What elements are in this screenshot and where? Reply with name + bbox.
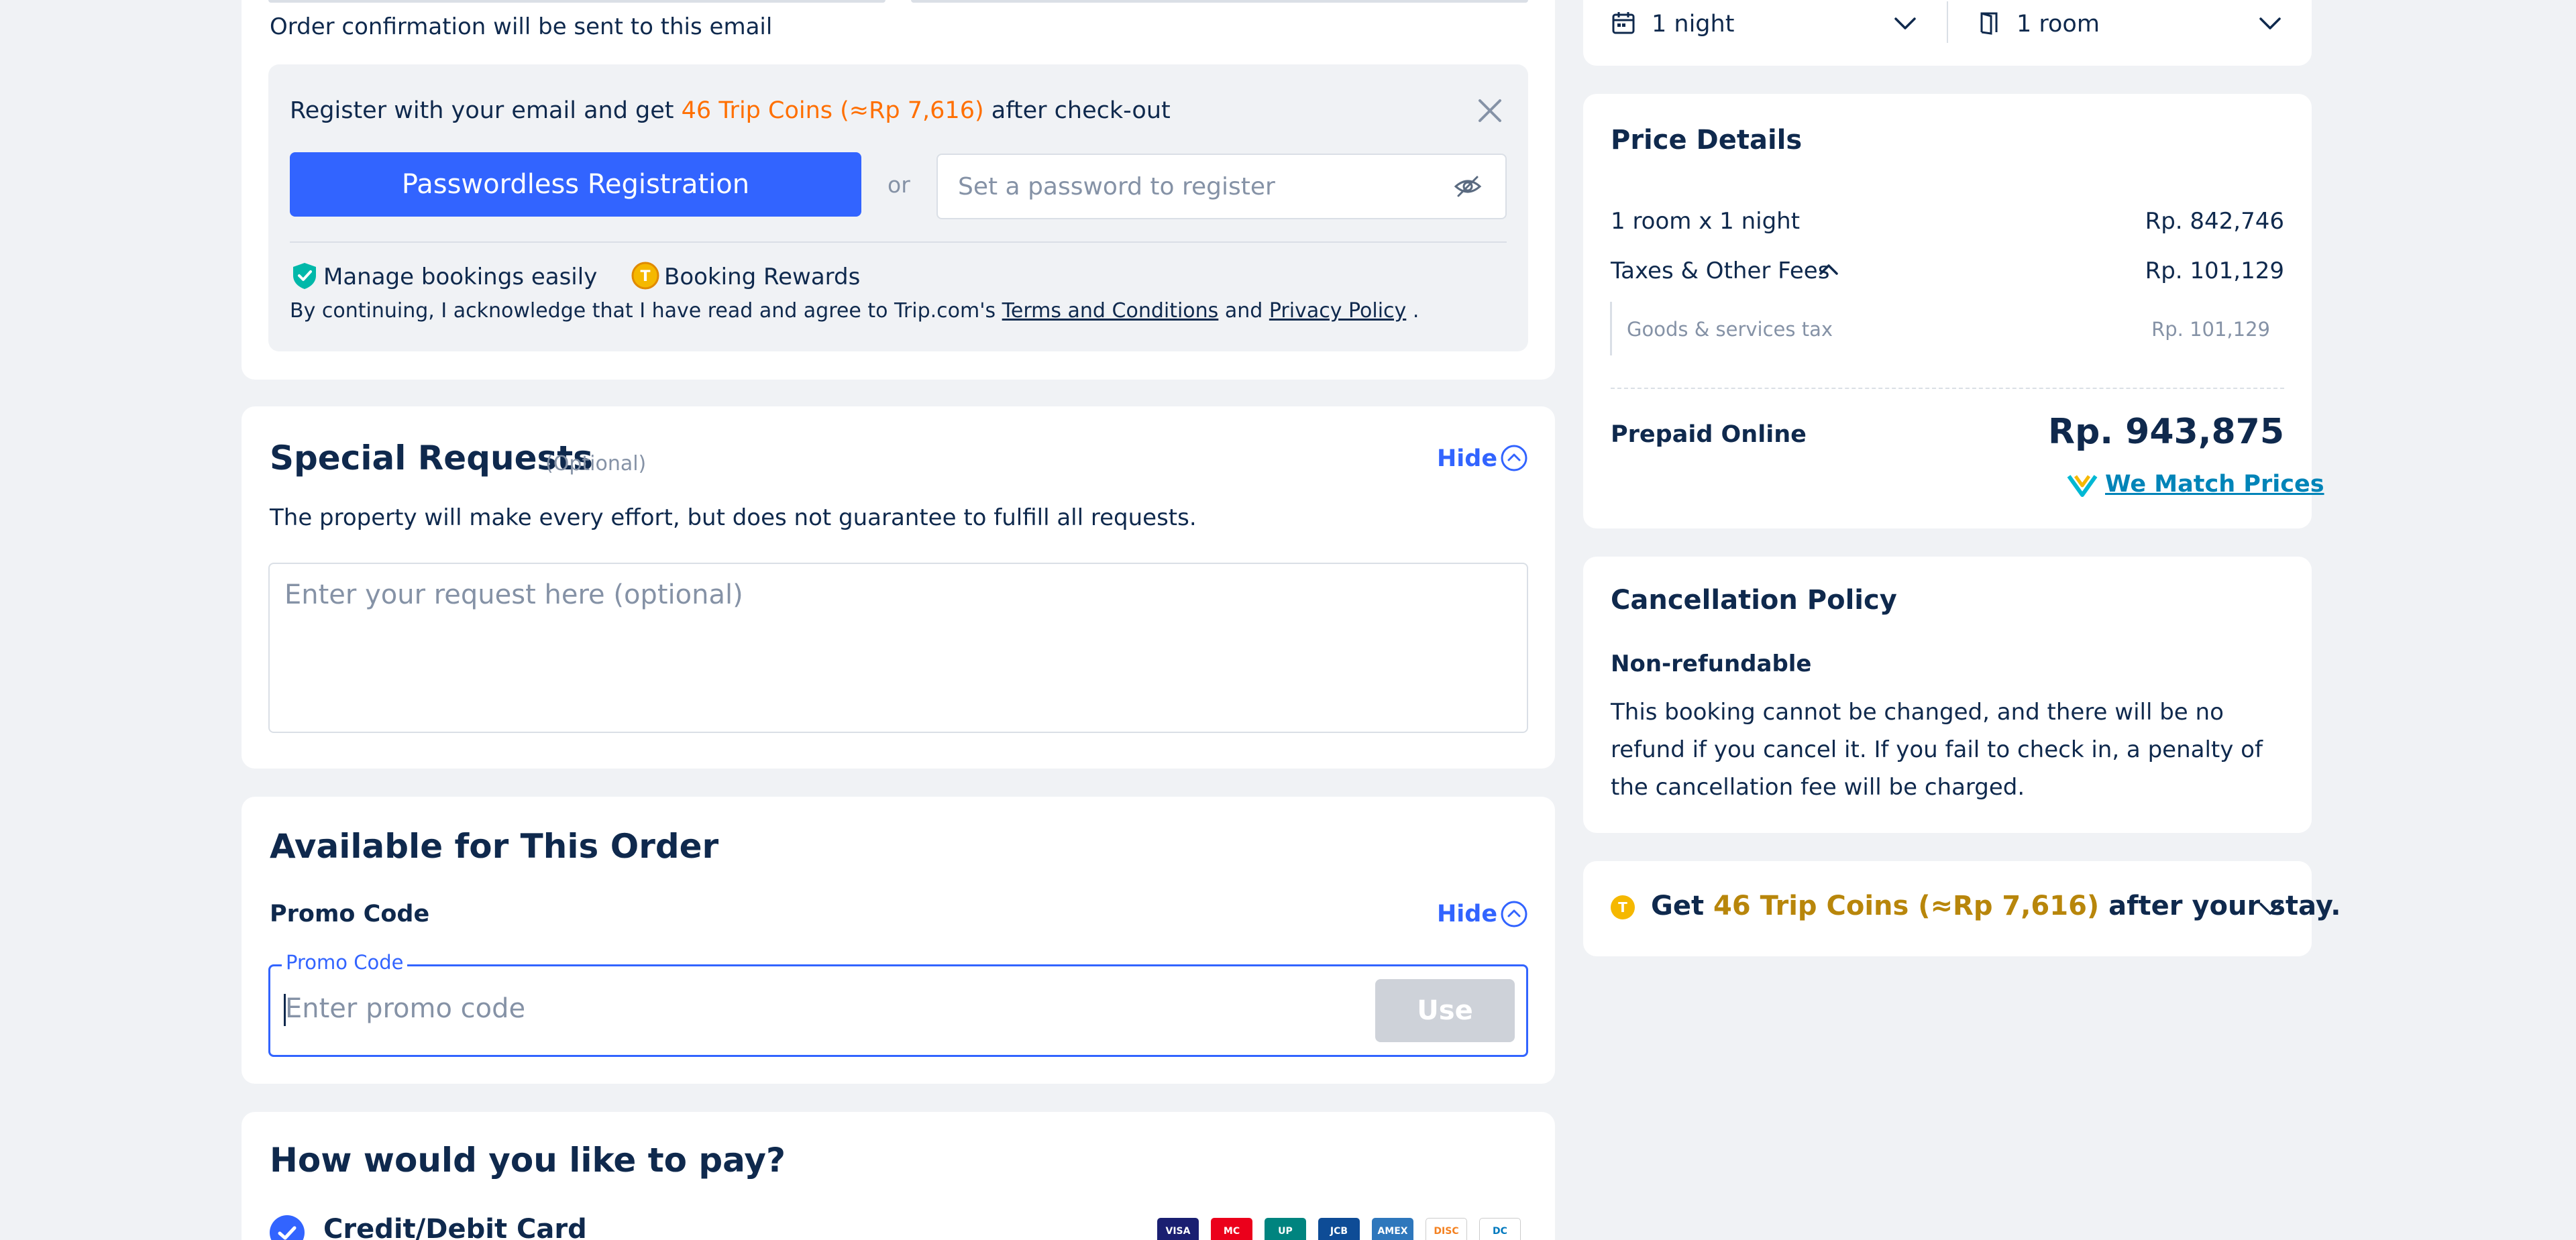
trip-coins-text: Get 46 Trip Coins (≈Rp 7,616) after your… xyxy=(1651,891,2341,921)
cancellation-type: Non-refundable xyxy=(1611,651,1812,677)
text-cursor xyxy=(284,994,286,1026)
price-details-title: Price Details xyxy=(1611,125,1803,156)
cancellation-title: Cancellation Policy xyxy=(1611,585,1897,616)
calendar-icon xyxy=(1610,9,1637,36)
taxes-fees-value: Rp. 101,129 xyxy=(2145,258,2284,284)
available-order-title: Available for This Order xyxy=(270,827,719,866)
first-name-field-edge[interactable] xyxy=(268,0,885,3)
credit-card-option[interactable]: Credit/Debit Card xyxy=(323,1214,587,1240)
shield-check-icon xyxy=(290,261,319,290)
trip-coin-icon: T xyxy=(1611,895,1635,919)
hide-promo-button[interactable]: Hide xyxy=(1437,901,1497,927)
promo-code-placeholder: Enter promo code xyxy=(285,993,526,1024)
amex-logo: AMEX xyxy=(1372,1218,1413,1240)
perk-manage-bookings: Manage bookings easily xyxy=(323,264,598,290)
discover-logo: DISC xyxy=(1426,1218,1467,1240)
nights-selector[interactable]: 1 night xyxy=(1652,11,1734,38)
price-divider xyxy=(1611,388,2284,389)
room-line-value: Rp. 842,746 xyxy=(2145,208,2284,235)
gst-indent-bar xyxy=(1610,302,1612,355)
hide-special-requests-button[interactable]: Hide xyxy=(1437,445,1497,472)
email-field-edge[interactable] xyxy=(911,0,1528,3)
promo-code-label: Promo Code xyxy=(270,901,430,927)
promo-code-floating-label: Promo Code xyxy=(282,951,408,974)
svg-text:T: T xyxy=(640,268,650,285)
mastercard-logo: MC xyxy=(1211,1218,1252,1240)
room-line-label: 1 room x 1 night xyxy=(1611,208,1801,235)
registration-divider xyxy=(290,241,1507,243)
gst-value: Rp. 101,129 xyxy=(2151,318,2270,341)
jcb-logo: JCB xyxy=(1318,1218,1360,1240)
privacy-link[interactable]: Privacy Policy xyxy=(1269,299,1406,323)
checkmark-circle-icon[interactable] xyxy=(270,1215,305,1240)
prepaid-total: Rp. 943,875 xyxy=(2048,412,2284,452)
door-icon xyxy=(1976,9,2003,36)
terms-link[interactable]: Terms and Conditions xyxy=(1002,299,1219,323)
chevron-up-circle-icon[interactable] xyxy=(1500,444,1528,472)
special-requests-title: Special Requests xyxy=(270,439,593,477)
unionpay-logo: UP xyxy=(1265,1218,1306,1240)
passwordless-registration-button[interactable]: Passwordless Registration xyxy=(290,152,861,217)
email-confirmation-note: Order confirmation will be sent to this … xyxy=(270,13,773,40)
price-details-card xyxy=(1583,94,2312,528)
optional-label: (Optional) xyxy=(545,452,647,475)
consent-text: By continuing, I acknowledge that I have… xyxy=(290,299,1419,323)
visa-logo: VISA xyxy=(1157,1218,1199,1240)
chevron-up-circle-icon[interactable] xyxy=(1500,900,1528,928)
chevron-down-icon[interactable] xyxy=(1892,13,1919,32)
taxes-fees-toggle[interactable]: Taxes & Other Fees xyxy=(1611,258,1829,284)
payment-title: How would you like to pay? xyxy=(270,1141,786,1180)
password-placeholder: Set a password to register xyxy=(958,173,1275,201)
trip-coin-icon: T xyxy=(629,261,660,290)
chevron-down-icon[interactable] xyxy=(2257,13,2284,32)
special-request-placeholder: Enter your request here (optional) xyxy=(284,579,743,610)
gst-label: Goods & services tax xyxy=(1627,318,1833,341)
rooms-selector[interactable]: 1 room xyxy=(2017,11,2100,38)
chevron-up-icon[interactable] xyxy=(1817,259,1841,280)
prepaid-online-label: Prepaid Online xyxy=(1611,421,1807,448)
price-match-icon xyxy=(2066,471,2098,498)
diners-logo: DC xyxy=(1479,1218,1521,1240)
registration-coins: 46 Trip Coins (≈Rp 7,616) xyxy=(681,97,984,124)
special-requests-note: The property will make every effort, but… xyxy=(270,504,1197,531)
use-promo-button[interactable]: Use xyxy=(1375,979,1515,1042)
selector-divider xyxy=(1947,1,1948,43)
cancellation-body: This booking cannot be changed, and ther… xyxy=(1611,699,2263,801)
close-icon[interactable] xyxy=(1473,94,1507,127)
or-separator: or xyxy=(888,172,910,198)
eye-slash-icon[interactable] xyxy=(1453,173,1483,200)
chevron-down-icon[interactable] xyxy=(2257,899,2284,917)
registration-title: Register with your email and get 46 Trip… xyxy=(290,97,1171,124)
we-match-prices-link[interactable]: We Match Prices xyxy=(2105,471,2324,498)
perk-booking-rewards: Booking Rewards xyxy=(664,264,861,290)
